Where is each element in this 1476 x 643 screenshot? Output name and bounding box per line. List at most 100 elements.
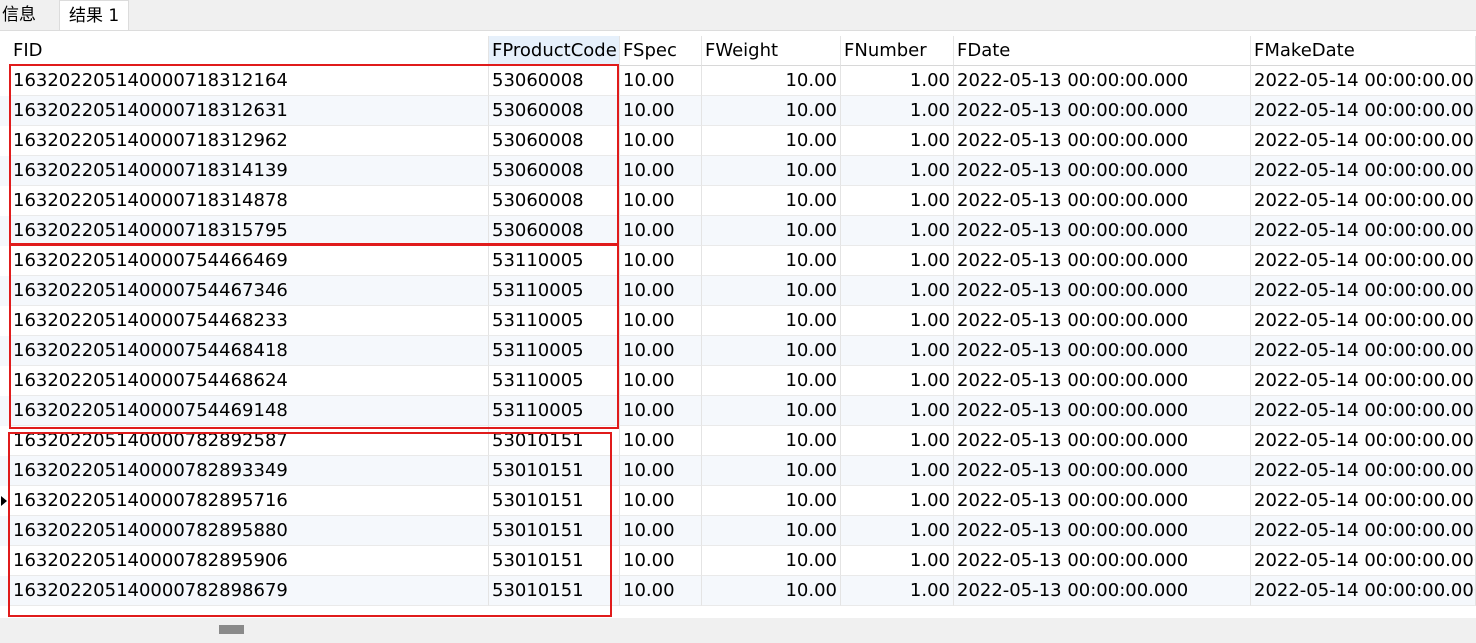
cell-fweight[interactable]: 10.00 — [702, 96, 841, 126]
cell-fproductcode[interactable]: 53110005 — [489, 336, 620, 366]
cell-fdate[interactable]: 2022-05-13 00:00:00.000 — [954, 516, 1251, 546]
cell-fnumber[interactable]: 1.00 — [841, 246, 954, 276]
cell-fspec[interactable]: 10.00 — [620, 276, 702, 306]
cell-fproductcode[interactable]: 53110005 — [489, 246, 620, 276]
cell-fdate[interactable]: 2022-05-13 00:00:00.000 — [954, 426, 1251, 456]
table-row[interactable]: 163202205140000718312164 53060008 10.00 10.… — [0, 66, 1476, 96]
cell-fnumber[interactable]: 1.00 — [841, 156, 954, 186]
cell-fweight[interactable]: 10.00 — [702, 516, 841, 546]
cell-fnumber[interactable]: 1.00 — [841, 126, 954, 156]
cell-fdate[interactable]: 2022-05-13 00:00:00.000 — [954, 126, 1251, 156]
cell-fnumber[interactable]: 1.00 — [841, 186, 954, 216]
cell-fspec[interactable]: 10.00 — [620, 186, 702, 216]
cell-fmakedate[interactable]: 2022-05-14 00:00:00.000 — [1251, 96, 1476, 126]
cell-fspec[interactable]: 10.00 — [620, 456, 702, 486]
table-row[interactable]: 163202205140000782895906 53010151 10.00 10.… — [0, 546, 1476, 576]
cell-fspec[interactable]: 10.00 — [620, 546, 702, 576]
cell-fproductcode[interactable]: 53060008 — [489, 66, 620, 96]
cell-fid[interactable]: 163202205140000754469148 — [10, 396, 489, 426]
cell-fspec[interactable]: 10.00 — [620, 396, 702, 426]
cell-fnumber[interactable]: 1.00 — [841, 516, 954, 546]
cell-fid[interactable]: 163202205140000754467346 — [10, 276, 489, 306]
cell-fproductcode[interactable]: 53110005 — [489, 366, 620, 396]
cell-fdate[interactable]: 2022-05-13 00:00:00.000 — [954, 486, 1251, 516]
cell-fdate[interactable]: 2022-05-13 00:00:00.000 — [954, 396, 1251, 426]
cell-fnumber[interactable]: 1.00 — [841, 486, 954, 516]
cell-fdate[interactable]: 2022-05-13 00:00:00.000 — [954, 306, 1251, 336]
cell-fmakedate[interactable]: 2022-05-14 00:00:00.000 — [1251, 246, 1476, 276]
cell-fid[interactable]: 163202205140000718314139 — [10, 156, 489, 186]
cell-fnumber[interactable]: 1.00 — [841, 96, 954, 126]
cell-fspec[interactable]: 10.00 — [620, 126, 702, 156]
table-row[interactable]: 163202205140000754468624 53110005 10.00 10.… — [0, 366, 1476, 396]
result-grid[interactable]: FID FProductCode FSpec FWeight FNumber F… — [0, 36, 1476, 618]
cell-fmakedate[interactable]: 2022-05-14 00:00:00.000 — [1251, 306, 1476, 336]
tab-info[interactable]: 信息 — [2, 0, 58, 30]
cell-fproductcode[interactable]: 53010151 — [489, 456, 620, 486]
table-row[interactable]: 163202205140000718314139 53060008 10.00 10.… — [0, 156, 1476, 186]
cell-fid[interactable]: 163202205140000782895906 — [10, 546, 489, 576]
cell-fnumber[interactable]: 1.00 — [841, 456, 954, 486]
cell-fid[interactable]: 163202205140000754466469 — [10, 246, 489, 276]
cell-fnumber[interactable]: 1.00 — [841, 396, 954, 426]
column-header-fmakedate[interactable]: FMakeDate — [1251, 36, 1476, 66]
column-header-fdate[interactable]: FDate — [954, 36, 1251, 66]
cell-fproductcode[interactable]: 53010151 — [489, 546, 620, 576]
cell-fproductcode[interactable]: 53010151 — [489, 516, 620, 546]
cell-fspec[interactable]: 10.00 — [620, 96, 702, 126]
cell-fspec[interactable]: 10.00 — [620, 576, 702, 606]
cell-fnumber[interactable]: 1.00 — [841, 576, 954, 606]
cell-fspec[interactable]: 10.00 — [620, 246, 702, 276]
cell-fmakedate[interactable]: 2022-05-14 00:00:00.000 — [1251, 486, 1476, 516]
cell-fweight[interactable]: 10.00 — [702, 126, 841, 156]
cell-fid[interactable]: 163202205140000718312962 — [10, 126, 489, 156]
cell-fdate[interactable]: 2022-05-13 00:00:00.000 — [954, 366, 1251, 396]
table-row[interactable]: 163202205140000782895880 53010151 10.00 10.… — [0, 516, 1476, 546]
cell-fproductcode[interactable]: 53060008 — [489, 186, 620, 216]
cell-fweight[interactable]: 10.00 — [702, 486, 841, 516]
cell-fmakedate[interactable]: 2022-05-14 00:00:00.000 — [1251, 186, 1476, 216]
cell-fdate[interactable]: 2022-05-13 00:00:00.000 — [954, 216, 1251, 246]
cell-fweight[interactable]: 10.00 — [702, 66, 841, 96]
cell-fid[interactable]: 163202205140000782895880 — [10, 516, 489, 546]
cell-fproductcode[interactable]: 53110005 — [489, 276, 620, 306]
cell-fweight[interactable]: 10.00 — [702, 216, 841, 246]
cell-fnumber[interactable]: 1.00 — [841, 426, 954, 456]
cell-fproductcode[interactable]: 53010151 — [489, 486, 620, 516]
table-row[interactable]: 163202205140000754468233 53110005 10.00 10.… — [0, 306, 1476, 336]
cell-fdate[interactable]: 2022-05-13 00:00:00.000 — [954, 336, 1251, 366]
cell-fnumber[interactable]: 1.00 — [841, 66, 954, 96]
table-row[interactable]: 163202205140000754468418 53110005 10.00 10.… — [0, 336, 1476, 366]
cell-fdate[interactable]: 2022-05-13 00:00:00.000 — [954, 546, 1251, 576]
cell-fproductcode[interactable]: 53110005 — [489, 396, 620, 426]
cell-fspec[interactable]: 10.00 — [620, 156, 702, 186]
cell-fid[interactable]: 163202205140000754468418 — [10, 336, 489, 366]
cell-fproductcode[interactable]: 53060008 — [489, 156, 620, 186]
cell-fid[interactable]: 163202205140000718314878 — [10, 186, 489, 216]
cell-fid[interactable]: 163202205140000718315795 — [10, 216, 489, 246]
cell-fspec[interactable]: 10.00 — [620, 486, 702, 516]
cell-fweight[interactable]: 10.00 — [702, 276, 841, 306]
cell-fnumber[interactable]: 1.00 — [841, 336, 954, 366]
cell-fproductcode[interactable]: 53060008 — [489, 216, 620, 246]
cell-fmakedate[interactable]: 2022-05-14 00:00:00.000 — [1251, 576, 1476, 606]
cell-fspec[interactable]: 10.00 — [620, 306, 702, 336]
cell-fmakedate[interactable]: 2022-05-14 00:00:00.000 — [1251, 516, 1476, 546]
column-header-fweight[interactable]: FWeight — [702, 36, 841, 66]
cell-fmakedate[interactable]: 2022-05-14 00:00:00.000 — [1251, 546, 1476, 576]
cell-fmakedate[interactable]: 2022-05-14 00:00:00.000 — [1251, 366, 1476, 396]
cell-fweight[interactable]: 10.00 — [702, 456, 841, 486]
table-row[interactable]: 163202205140000718314878 53060008 10.00 10.… — [0, 186, 1476, 216]
cell-fspec[interactable]: 10.00 — [620, 66, 702, 96]
cell-fdate[interactable]: 2022-05-13 00:00:00.000 — [954, 456, 1251, 486]
cell-fweight[interactable]: 10.00 — [702, 246, 841, 276]
cell-fmakedate[interactable]: 2022-05-14 00:00:00.000 — [1251, 156, 1476, 186]
cell-fid[interactable]: 163202205140000782895716 — [10, 486, 489, 516]
cell-fweight[interactable]: 10.00 — [702, 576, 841, 606]
cell-fid[interactable]: 163202205140000718312164 — [10, 66, 489, 96]
cell-fmakedate[interactable]: 2022-05-14 00:00:00.000 — [1251, 66, 1476, 96]
cell-fid[interactable]: 163202205140000782893349 — [10, 456, 489, 486]
column-header-fproductcode[interactable]: FProductCode — [489, 36, 620, 66]
cell-fmakedate[interactable]: 2022-05-14 00:00:00.000 — [1251, 426, 1476, 456]
cell-fdate[interactable]: 2022-05-13 00:00:00.000 — [954, 66, 1251, 96]
